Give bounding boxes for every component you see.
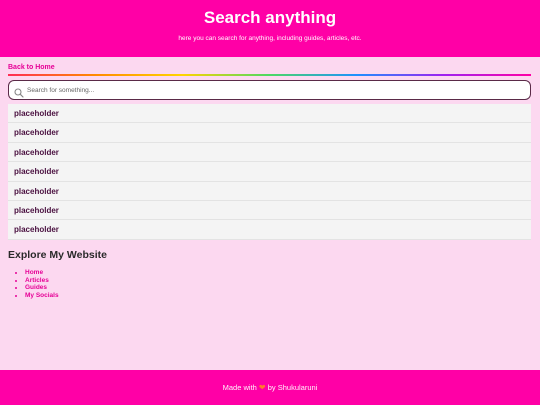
search-icon xyxy=(14,85,24,98)
explore-list-item: Home xyxy=(25,269,59,277)
search-box[interactable] xyxy=(8,80,531,100)
search-input[interactable] xyxy=(27,83,522,97)
explore-links: Home Articles Guides My Socials xyxy=(25,269,59,299)
result-item[interactable]: placeholder xyxy=(8,200,531,221)
page-header: Search anything here you can search for … xyxy=(0,0,540,57)
result-item[interactable]: placeholder xyxy=(8,181,531,201)
results-list: placeholder placeholder placeholder plac… xyxy=(8,104,531,240)
page-footer: Made with ❤ by Shukularuni xyxy=(0,370,540,405)
explore-list-item: Articles xyxy=(25,277,59,285)
back-to-home-link[interactable]: Back to Home xyxy=(8,64,55,71)
articles-link[interactable]: Articles xyxy=(25,277,49,284)
result-item[interactable]: placeholder xyxy=(8,123,531,143)
footer-made-with: Made with xyxy=(222,383,257,392)
explore-list-item: My Socials xyxy=(25,292,59,300)
result-item[interactable]: placeholder xyxy=(8,162,531,182)
result-item[interactable]: placeholder xyxy=(8,104,531,124)
guides-link[interactable]: Guides xyxy=(25,284,47,291)
heart-icon: ❤ xyxy=(258,383,266,392)
result-item[interactable]: placeholder xyxy=(8,220,531,240)
explore-heading: Explore My Website xyxy=(8,249,108,261)
footer-author: by Shukularuni xyxy=(267,383,318,392)
home-link[interactable]: Home xyxy=(25,269,43,276)
rainbow-divider xyxy=(8,74,531,76)
page-title: Search anything xyxy=(203,8,337,27)
page-subtitle: here you can search for anything, includ… xyxy=(178,35,362,42)
result-item[interactable]: placeholder xyxy=(8,142,531,163)
explore-list-item: Guides xyxy=(25,284,59,292)
my-socials-link[interactable]: My Socials xyxy=(25,292,59,299)
